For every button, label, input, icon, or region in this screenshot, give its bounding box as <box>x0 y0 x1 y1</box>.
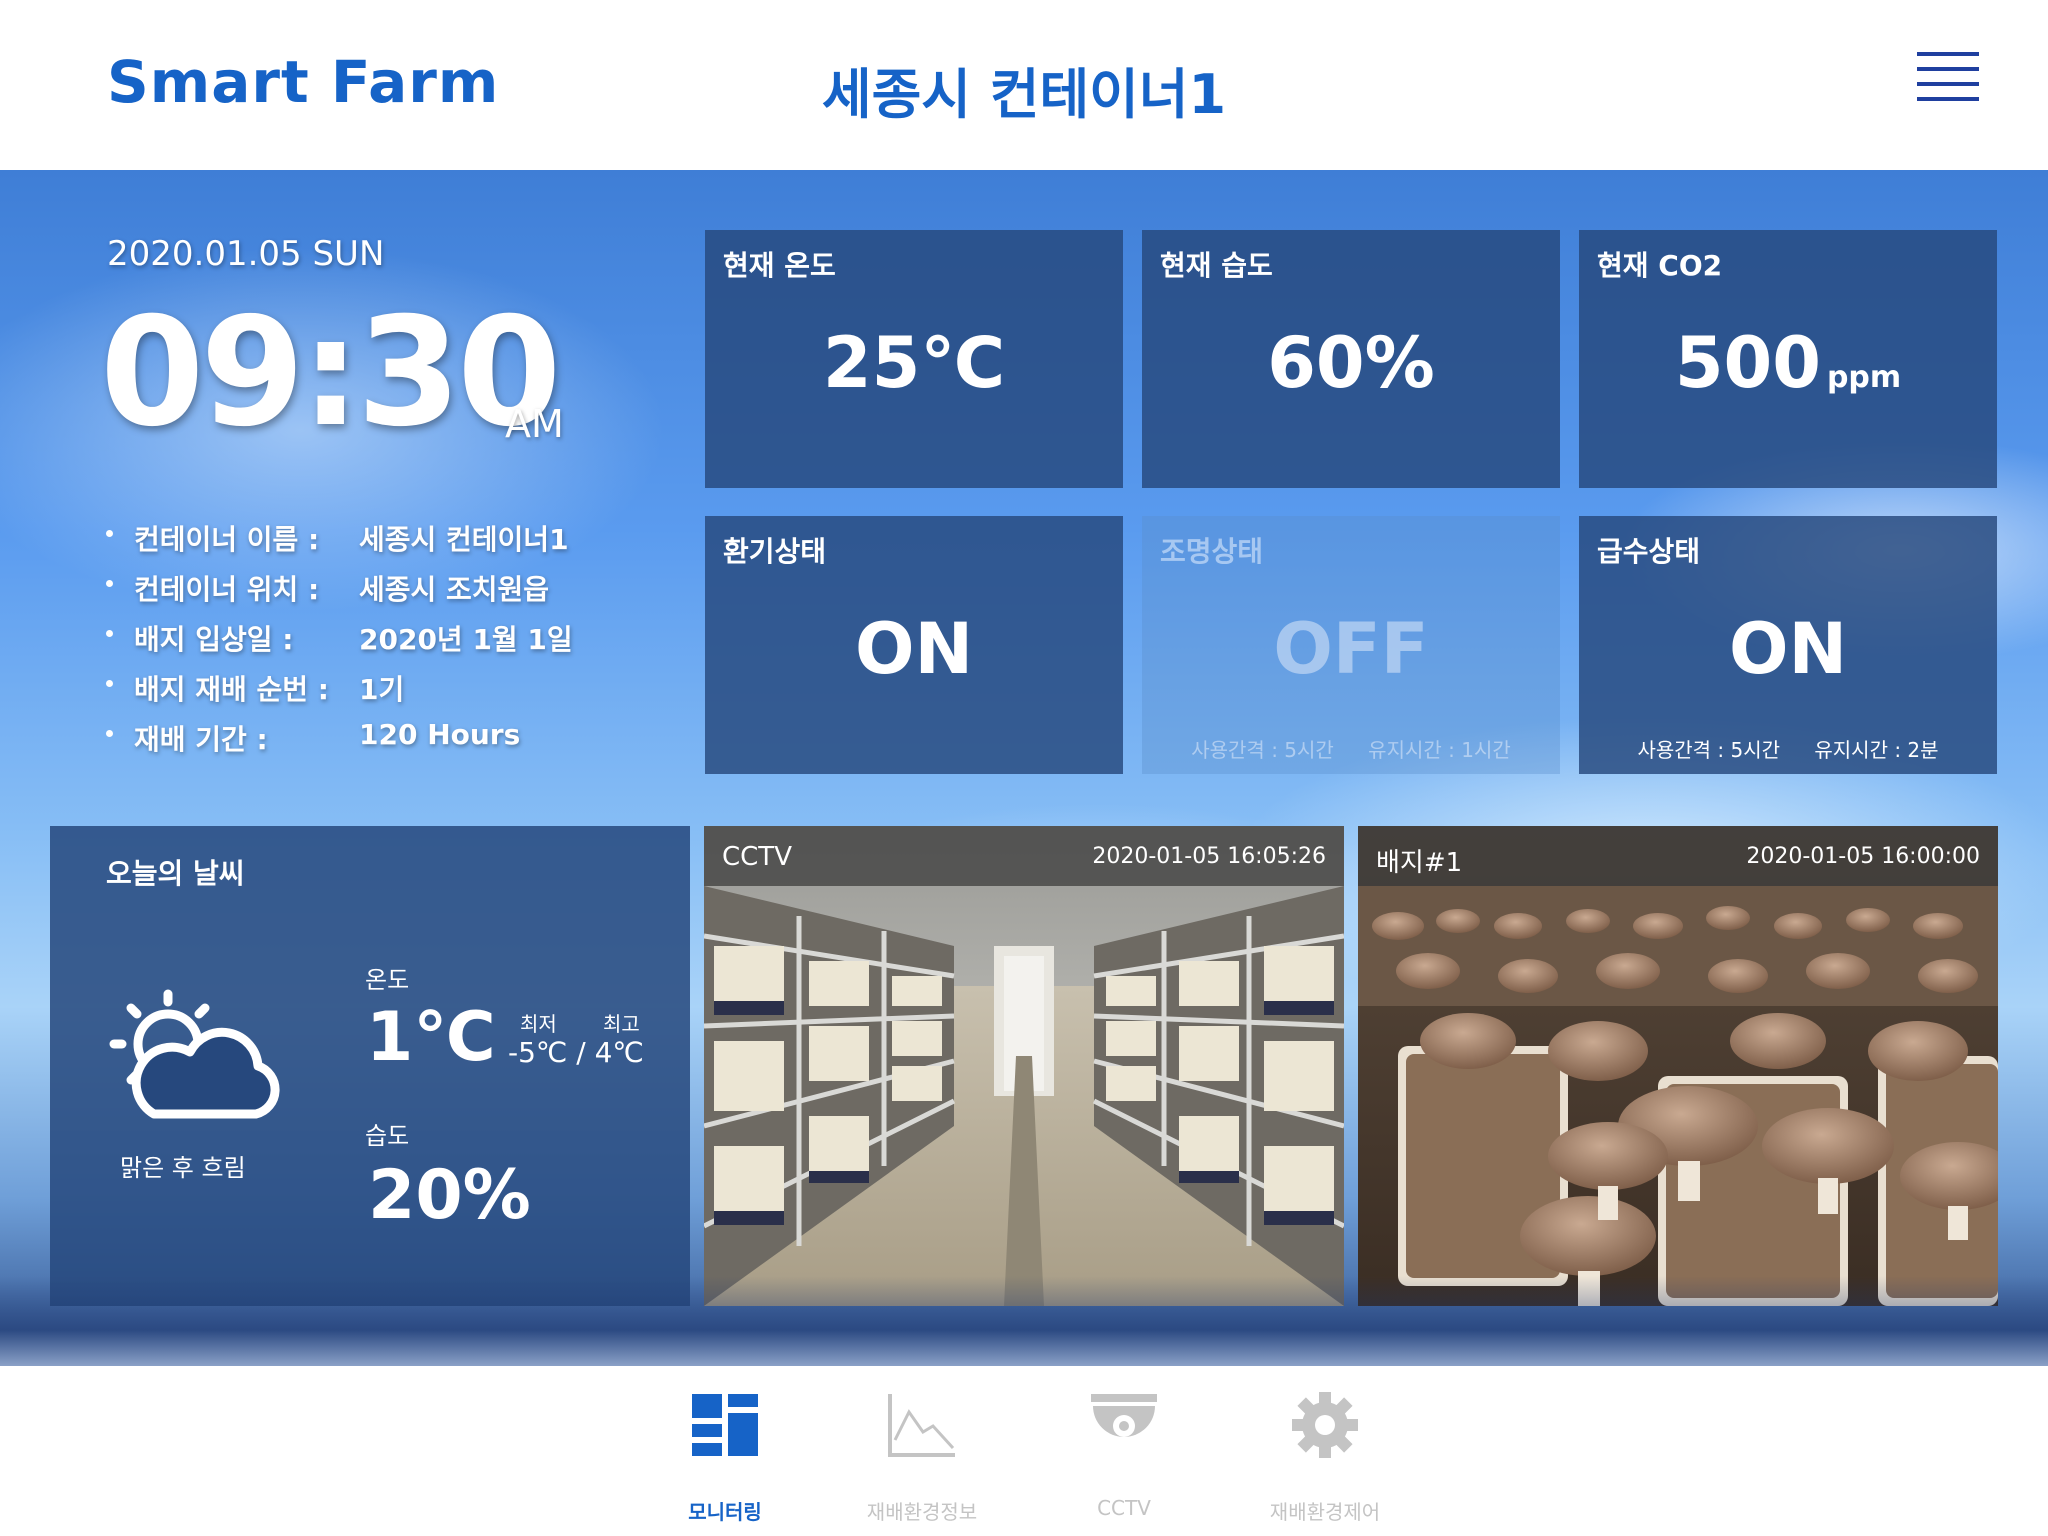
cctv-video-feed[interactable] <box>704 826 1344 1306</box>
card-title: 현재 CO2 <box>1597 249 1723 282</box>
medium-panel[interactable]: 배지#1 2020-01-05 16:00:00 <box>1358 826 1998 1306</box>
cctv-dome-camera-icon <box>1091 1394 1157 1437</box>
dashboard-grid-icon <box>692 1394 758 1456</box>
cctv-header-bar: CCTV 2020-01-05 16:05:26 <box>704 826 1344 886</box>
info-value: 120 Hours <box>359 718 521 751</box>
info-item-cultivation-round: 배지 재배 순번 : 1기 <box>104 668 664 718</box>
humidity-card[interactable]: 현재 습도 60% <box>1142 230 1560 488</box>
bullet-icon <box>106 680 113 687</box>
gear-icon <box>1292 1392 1358 1458</box>
water-interval: 사용간격 : 5시간 <box>1637 738 1781 762</box>
bullet-icon <box>106 730 113 737</box>
camera-timestamp: 2020-01-05 16:00:00 <box>1746 844 1980 869</box>
bullet-icon <box>106 580 113 587</box>
weather-title: 오늘의 날씨 <box>106 857 245 890</box>
info-label: 배지 재배 순번 : <box>134 673 330 706</box>
sun-behind-cloud-icon <box>109 989 280 1119</box>
camera-name: 배지#1 <box>1376 848 1463 878</box>
card-title: 급수상태 <box>1597 535 1701 568</box>
info-item-planting-date: 배지 입상일 : 2020년 1월 1일 <box>104 618 664 668</box>
ventilation-card[interactable]: 환기상태 ON <box>705 516 1123 774</box>
info-label: 컨테이너 이름 : <box>134 523 320 556</box>
current-time: 09:30 <box>100 286 561 460</box>
nav-label: 재배환경정보 <box>866 1500 978 1524</box>
nav-label: 재배환경제어 <box>1269 1500 1381 1524</box>
card-title: 현재 온도 <box>723 249 836 282</box>
page-title: 세종시 컨테이너1 <box>821 63 1227 126</box>
weather-min-label: 최저 <box>520 1012 557 1036</box>
app-header: Smart Farm 세종시 컨테이너1 <box>0 0 2048 170</box>
nav-item-monitoring[interactable]: 모니터링 <box>635 1392 815 1524</box>
bottom-navigation: 모니터링 재배환경정보 CCTV 재배환경제어 <box>0 1366 2048 1536</box>
info-item-cultivation-period: 재배 기간 : 120 Hours <box>104 718 664 768</box>
lighting-duration: 유지시간 : 1시간 <box>1368 738 1511 762</box>
lighting-interval: 사용간격 : 5시간 <box>1191 738 1334 762</box>
co2-card[interactable]: 현재 CO2 500 ppm <box>1579 230 1997 488</box>
nav-label: CCTV <box>1097 1496 1151 1520</box>
lighting-schedule: 사용간격 : 5시간 유지시간 : 1시간 <box>1142 734 1560 763</box>
co2-unit: ppm <box>1826 360 1902 395</box>
nav-item-cctv[interactable]: CCTV <box>1034 1392 1214 1522</box>
weather-temp-value: 1℃ <box>366 998 496 1077</box>
bullet-icon <box>106 630 113 637</box>
info-item-container-location: 컨테이너 위치 : 세종시 조치원읍 <box>104 568 664 618</box>
weather-humidity-label: 습도 <box>365 1122 410 1150</box>
camera-name: CCTV <box>722 842 792 872</box>
info-value: 2020년 1월 1일 <box>359 623 573 656</box>
info-value: 세종시 컨테이너1 <box>359 523 569 556</box>
water-supply-card[interactable]: 급수상태 ON 사용간격 : 5시간 유지시간 : 2분 <box>1579 516 1997 774</box>
hamburger-menu-icon[interactable] <box>1917 52 1979 102</box>
card-title: 현재 습도 <box>1160 249 1273 282</box>
water-duration: 유지시간 : 2분 <box>1814 738 1939 762</box>
card-title: 환기상태 <box>723 535 827 568</box>
bullet-icon <box>106 530 113 537</box>
info-value: 세종시 조치원읍 <box>359 573 550 606</box>
info-value: 1기 <box>359 673 405 706</box>
humidity-value: 60% <box>1267 322 1435 404</box>
camera-timestamp: 2020-01-05 16:05:26 <box>1092 844 1326 869</box>
co2-number: 500 <box>1674 322 1821 404</box>
weather-min-max-value: -5℃ / 4℃ <box>508 1036 644 1069</box>
lighting-card[interactable]: 조명상태 OFF 사용간격 : 5시간 유지시간 : 1시간 <box>1142 516 1560 774</box>
cctv-panel[interactable]: CCTV 2020-01-05 16:05:26 <box>704 826 1344 1306</box>
info-label: 컨테이너 위치 : <box>134 573 320 606</box>
nav-label: 모니터링 <box>688 1500 762 1524</box>
info-item-container-name: 컨테이너 이름 : 세종시 컨테이너1 <box>104 518 664 568</box>
info-label: 재배 기간 : <box>134 723 268 756</box>
weather-description: 맑은 후 흐림 <box>120 1154 246 1182</box>
nav-item-environment-info[interactable]: 재배환경정보 <box>832 1392 1012 1524</box>
water-supply-status: ON <box>1728 608 1848 690</box>
water-supply-schedule: 사용간격 : 5시간 유지시간 : 2분 <box>1579 734 1997 763</box>
line-chart-icon <box>888 1394 955 1457</box>
card-title: 조명상태 <box>1160 535 1264 568</box>
weather-panel: 오늘의 날씨 맑은 후 흐림 온도 1℃ 최저 최고 -5℃ / 4℃ 습도 2… <box>50 826 690 1306</box>
co2-value: 500 ppm <box>1579 328 1997 398</box>
dashboard-main: 2020.01.05 SUN 09:30 AM 컨테이너 이름 : 세종시 컨테… <box>0 170 2048 1366</box>
lighting-status: OFF <box>1273 608 1429 690</box>
info-label: 배지 입상일 : <box>134 623 294 656</box>
medium-photo-feed[interactable] <box>1358 826 1998 1306</box>
current-date: 2020.01.05 SUN <box>107 234 385 274</box>
temperature-value: 25℃ <box>822 322 1006 404</box>
weather-max-label: 최고 <box>603 1012 640 1036</box>
am-pm-indicator: AM <box>505 402 564 446</box>
weather-temp-label: 온도 <box>365 966 410 994</box>
nav-item-environment-control[interactable]: 재배환경제어 <box>1235 1392 1415 1524</box>
ventilation-status: ON <box>854 608 974 690</box>
medium-header-bar: 배지#1 2020-01-05 16:00:00 <box>1358 826 1998 886</box>
temperature-card[interactable]: 현재 온도 25℃ <box>705 230 1123 488</box>
weather-humidity-value: 20% <box>368 1156 531 1235</box>
